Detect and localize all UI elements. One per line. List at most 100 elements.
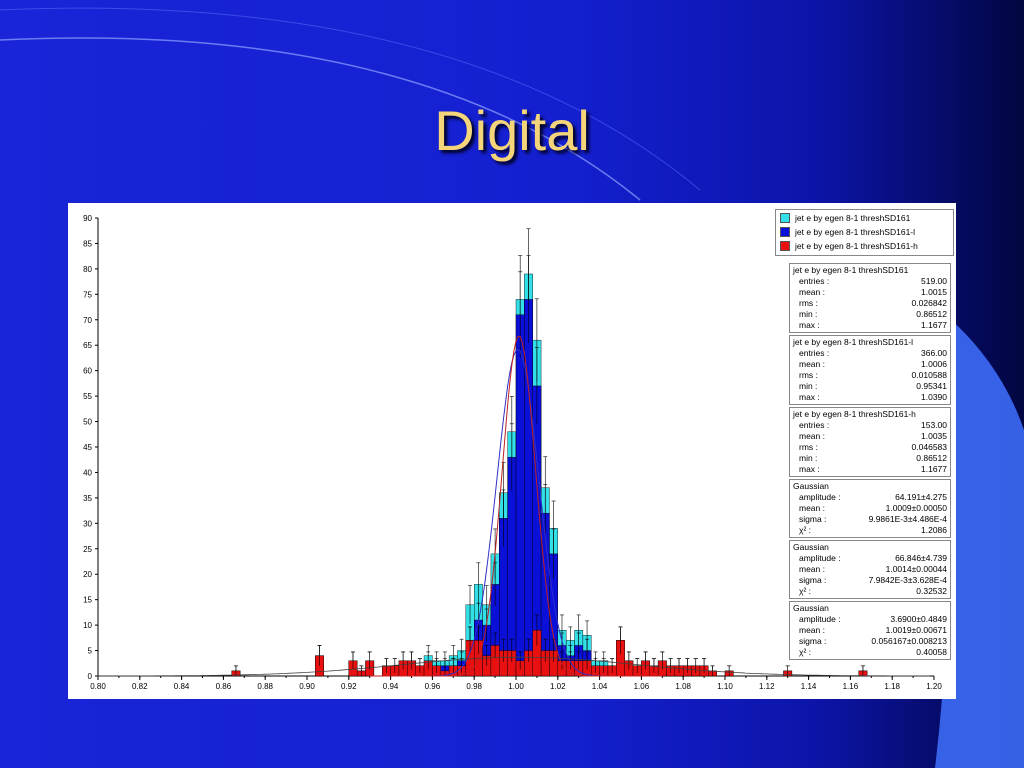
stats-value: 66.846±4.739 (895, 553, 947, 563)
stats-panel: jet e by egen 8-1 threshSD161 entries :51… (789, 263, 951, 662)
stats-row: max : 1.0390 (793, 392, 947, 403)
x-tick-label: 1.12 (759, 682, 775, 691)
stats-box: Gaussian amplitude : 64.191±4.275 mean : 1.0… (789, 479, 951, 538)
stats-box: Gaussian amplitude : 66.846±4.739 mean : 1.0… (789, 540, 951, 599)
stats-row: χ² : 0.40058 (793, 647, 947, 658)
y-tick-label: 35 (83, 494, 92, 503)
y-tick-label: 65 (83, 341, 92, 350)
y-tick-label: 20 (83, 570, 92, 579)
stats-title: Gaussian (793, 481, 829, 491)
stats-key: χ² : (799, 647, 812, 657)
legend: jet e by egen 8-1 threshSD161 jet e by e… (775, 209, 954, 256)
stats-key: entries : (799, 276, 830, 286)
stats-key: entries : (799, 348, 830, 358)
stats-row: max : 1.1677 (793, 464, 947, 475)
x-tick-label: 0.98 (466, 682, 482, 691)
stats-row: amplitude : 3.6900±0.4849 (793, 614, 947, 625)
stats-value: 0.32532 (916, 586, 947, 596)
stats-value: 0.40058 (916, 647, 947, 657)
stats-title: jet e by egen 8-1 threshSD161-l (793, 337, 914, 347)
x-tick-label: 0.94 (383, 682, 399, 691)
x-tick-label: 0.88 (257, 682, 273, 691)
stats-value: 1.0019±0.00671 (885, 625, 947, 635)
stats-value: 1.0014±0.00044 (885, 564, 947, 574)
stats-row: mean : 1.0006 (793, 359, 947, 370)
y-tick-label: 70 (83, 316, 92, 325)
stats-row: mean : 1.0014±0.00044 (793, 564, 947, 575)
stats-box: jet e by egen 8-1 threshSD161 entries : 51… (789, 263, 951, 333)
stats-key: amplitude : (799, 492, 841, 502)
stats-row: entries : 519.00 (793, 276, 947, 287)
stats-key: min : (799, 381, 818, 391)
legend-item: jet e by egen 8-1 threshSD161-l (776, 225, 953, 238)
stats-title: Gaussian (793, 603, 829, 613)
x-tick-label: 1.04 (592, 682, 608, 691)
y-tick-label: 10 (83, 621, 92, 630)
stats-key: entries : (799, 420, 830, 430)
y-tick-label: 75 (83, 290, 92, 299)
histogram-chart: 0 5 10 15 20 25 30 35 40 45 50 55 60 65 70 75 80 85 90 0.80… (68, 203, 956, 699)
stats-row: mean : 1.0035 (793, 431, 947, 442)
stats-box: jet e by egen 8-1 threshSD161-h entries :… (789, 407, 951, 477)
legend-label: jet e by egen 8-1 threshSD161-l (795, 226, 916, 237)
stats-key: sigma : (799, 636, 827, 646)
stats-value: 519.00 (921, 276, 947, 286)
y-tick-label: 30 (83, 519, 92, 528)
stats-value: 1.1677 (921, 464, 947, 474)
stats-value: 0.046583 (911, 442, 947, 452)
legend-swatch (780, 212, 790, 223)
stats-key: mean : (799, 625, 825, 635)
stats-row: sigma : 7.9842E-3±3.628E-4 (793, 575, 947, 586)
stats-value: 3.6900±0.4849 (890, 614, 947, 624)
stats-key: χ² : (799, 586, 812, 596)
x-tick-label: 0.80 (90, 682, 106, 691)
stats-value: 0.010588 (911, 370, 947, 380)
stats-key: max : (799, 464, 820, 474)
stats-title: jet e by egen 8-1 threshSD161-h (793, 409, 916, 419)
stats-value: 1.0009±0.00050 (885, 503, 947, 513)
stats-value: 0.026842 (911, 298, 947, 308)
stats-box: jet e by egen 8-1 threshSD161-l entries :… (789, 335, 951, 405)
stats-key: χ² : (799, 525, 812, 535)
stats-key: max : (799, 392, 820, 402)
stats-value: 0.056167±0.008213 (871, 636, 947, 646)
stats-row: min : 0.86512 (793, 453, 947, 464)
stats-row: min : 0.95341 (793, 381, 947, 392)
y-tick-label: 15 (83, 596, 92, 605)
x-tick-label: 0.92 (341, 682, 357, 691)
stats-row: max : 1.1677 (793, 320, 947, 331)
stats-row: χ² : 1.2086 (793, 525, 947, 536)
legend-item: jet e by egen 8-1 threshSD161 (776, 211, 953, 224)
stats-value: 1.0006 (921, 359, 947, 369)
stats-value: 1.0035 (921, 431, 947, 441)
x-tick-label: 1.16 (843, 682, 859, 691)
stats-key: mean : (799, 503, 825, 513)
stats-row: entries : 153.00 (793, 420, 947, 431)
bar-l (515, 314, 525, 677)
y-tick-label: 25 (83, 545, 92, 554)
stats-box: Gaussian amplitude : 3.6900±0.4849 mean : 1.… (789, 601, 951, 660)
y-tick-label: 40 (83, 468, 92, 477)
legend-swatch (780, 240, 790, 251)
stats-row: sigma : 9.9861E-3±4.486E-4 (793, 514, 947, 525)
stats-title: jet e by egen 8-1 threshSD161 (793, 265, 909, 275)
y-tick-label: 0 (88, 672, 93, 681)
stats-row: rms : 0.026842 (793, 298, 947, 309)
x-tick-label: 1.10 (717, 682, 733, 691)
stats-key: mean : (799, 287, 825, 297)
stats-row: rms : 0.010588 (793, 370, 947, 381)
stats-key: mean : (799, 359, 825, 369)
stats-row: mean : 1.0009±0.00050 (793, 503, 947, 514)
x-tick-label: 0.96 (425, 682, 441, 691)
x-tick-label: 1.00 (508, 682, 524, 691)
stats-row: χ² : 0.32532 (793, 586, 947, 597)
x-tick-label: 0.90 (299, 682, 315, 691)
x-tick-label: 1.14 (801, 682, 817, 691)
y-tick-label: 55 (83, 392, 92, 401)
stats-value: 0.86512 (916, 309, 947, 319)
y-tick-label: 5 (88, 647, 93, 656)
stats-row: entries : 366.00 (793, 348, 947, 359)
x-tick-label: 0.82 (132, 682, 148, 691)
stats-value: 0.86512 (916, 453, 947, 463)
legend-swatch (780, 226, 790, 237)
